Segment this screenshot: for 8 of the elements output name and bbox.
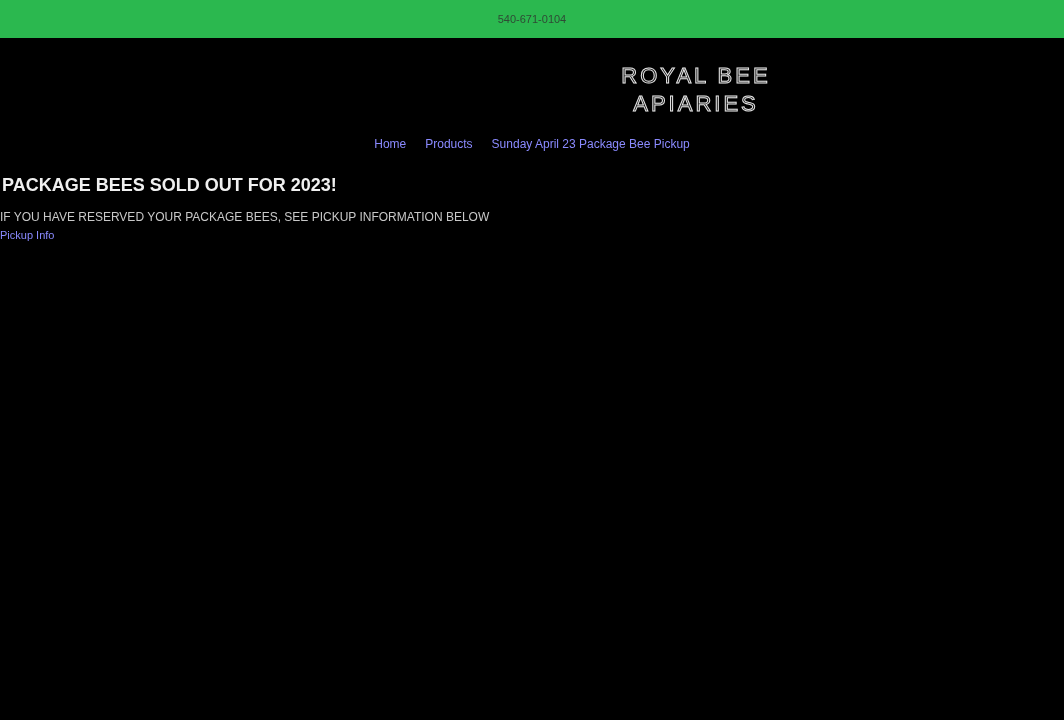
notice-text: IF YOU HAVE RESERVED YOUR PACKAGE BEES, SEE PICKUP INFORMATION BELOW — [0, 210, 490, 224]
notice-heading: PACKAGE BEES SOLD OUT FOR 2023! — [1, 174, 337, 196]
site-logo-text[interactable]: ROYAL BEE APIARIES — [616, 62, 776, 118]
nav-link[interactable]: Home — [374, 136, 407, 152]
pickup-info-link[interactable]: Pickup Info — [0, 228, 55, 242]
nav-link[interactable]: Products — [425, 136, 473, 152]
phone-number: 540-671-0104 — [497, 13, 567, 25]
nav-link[interactable]: Sunday April 23 Package Bee Pickup — [491, 136, 690, 152]
